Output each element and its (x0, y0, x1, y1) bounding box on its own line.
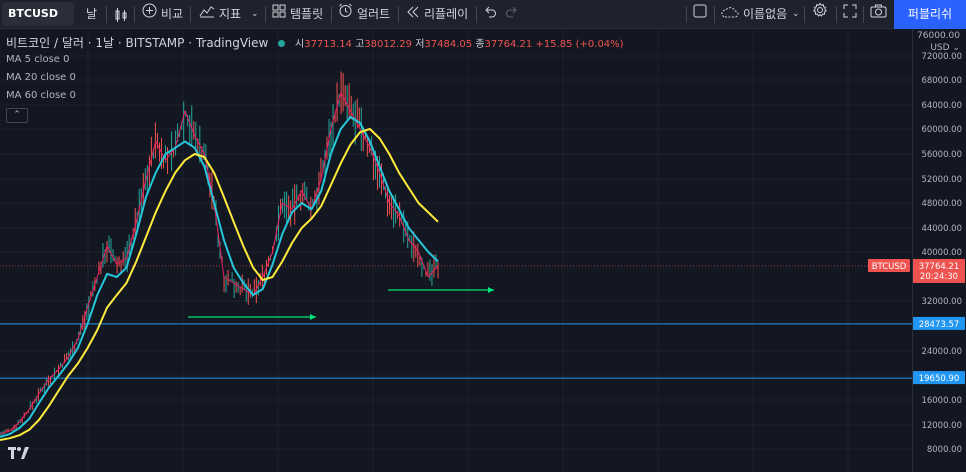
indicators-button[interactable]: 지표 (199, 0, 241, 29)
interval-label: 날 (86, 7, 98, 21)
close-value: 37764.21 (484, 39, 533, 50)
toolbar-divider (190, 6, 191, 23)
symbol-search-button[interactable]: BTCUSD (2, 2, 74, 26)
chevron-down-icon: ⌄ (952, 43, 960, 53)
toolbar-divider (836, 6, 837, 23)
chevron-down-icon: ⌄ (792, 9, 800, 19)
toolbar-divider (863, 6, 864, 23)
chevron-down-icon: ⌄ (251, 9, 259, 19)
settings-button[interactable] (812, 0, 828, 29)
compare-label: 비교 (161, 7, 184, 21)
interval-button[interactable]: 날 (86, 0, 97, 29)
fullscreen-button[interactable] (843, 0, 857, 29)
candle-series (0, 71, 439, 437)
close-label: 종 (475, 39, 485, 50)
redo-button[interactable] (505, 0, 519, 29)
axis-top: 76000.00 USD ⌄ (913, 31, 966, 53)
ma60-legend[interactable]: MA 60 close 0 (6, 90, 76, 101)
square-icon (693, 0, 707, 29)
low-value: 37484.05 (424, 39, 473, 50)
market-status-icon (278, 40, 286, 47)
undo-icon (483, 0, 497, 29)
toolbar-divider (398, 6, 399, 23)
price-chart[interactable] (0, 29, 966, 472)
gear-icon (812, 0, 828, 29)
toolbar-divider (686, 6, 687, 23)
ma5-legend[interactable]: MA 5 close 0 (6, 54, 70, 65)
open-value: 37713.14 (304, 39, 352, 50)
alerts-button[interactable]: 얼러트 (338, 0, 390, 29)
undo-button[interactable] (483, 0, 497, 29)
chevron-up-icon: ⌃ (13, 110, 21, 120)
candle-style-button[interactable] (114, 0, 128, 29)
currency-label: USD (930, 43, 950, 53)
tradingview-logo[interactable] (8, 446, 30, 464)
ma20-legend[interactable]: MA 20 close 0 (6, 72, 76, 83)
replay-label: 리플레이 (424, 7, 469, 21)
high-label: 고 (355, 39, 365, 50)
rewind-icon (406, 0, 420, 29)
toolbar-divider (476, 6, 477, 23)
toolbar-divider (714, 6, 715, 23)
save-layout-button[interactable]: 이름없음 (721, 0, 787, 29)
snapshot-button[interactable] (870, 0, 887, 29)
toolbar-divider (106, 6, 107, 23)
axis-top-label: 76000.00 (917, 31, 960, 41)
toolbar-divider (265, 6, 266, 23)
symbol-title[interactable]: 비트코인 / 달러 · 1날 · BITSTAMP · TradingView (6, 36, 268, 50)
indicators-dropdown[interactable]: ⌄ (251, 0, 259, 29)
alerts-label: 얼러트 (357, 7, 391, 21)
redo-icon (505, 0, 519, 29)
open-label: 시 (295, 39, 305, 50)
alarm-clock-icon (338, 0, 353, 29)
currency-selector[interactable]: USD ⌄ (913, 43, 966, 53)
chart-legend: 비트코인 / 달러 · 1날 · BITSTAMP · TradingView … (6, 34, 624, 51)
replay-button[interactable]: 리플레이 (406, 0, 468, 29)
templates-button[interactable]: 템플릿 (272, 0, 323, 29)
ma-line-0 (0, 92, 439, 435)
chart-grid (0, 29, 912, 472)
legend-collapse-button[interactable]: ⌃ (6, 108, 28, 123)
indicators-label: 지표 (219, 7, 242, 21)
price-axis[interactable] (912, 29, 966, 472)
layout-select-button[interactable] (693, 0, 707, 29)
toolbar-divider (331, 6, 332, 23)
top-toolbar: BTCUSD 날 비교 지표 ⌄ 템플릿 얼러트 리플레이 이름없음 ⌄ 퍼블리… (0, 0, 966, 29)
layout-dropdown[interactable]: ⌄ (792, 0, 800, 29)
layout-name: 이름없음 (743, 7, 788, 21)
camera-icon (870, 0, 887, 29)
indicators-icon (199, 0, 215, 29)
tv-logo-icon (8, 447, 29, 459)
toolbar-divider (134, 6, 135, 23)
templates-icon (272, 0, 286, 29)
toolbar-divider (804, 6, 805, 23)
candlestick-icon (114, 7, 128, 23)
ohlc-values: 시37713.14 고38012.29 저37484.05 종37764.21 … (295, 39, 624, 50)
fullscreen-icon (843, 0, 857, 29)
cloud-icon (721, 0, 739, 29)
ma-line-2 (0, 128, 439, 441)
trend-arrow-2-head (488, 287, 494, 293)
trend-arrow-1-head (310, 314, 316, 320)
compare-button[interactable]: 비교 (142, 0, 183, 29)
plus-circle-icon (142, 0, 157, 29)
change-value: +15.85 (+0.04%) (535, 39, 624, 50)
publish-button[interactable]: 퍼블리쉬 (894, 0, 966, 29)
templates-label: 템플릿 (290, 7, 324, 21)
ma-line-1 (0, 116, 439, 438)
high-value: 38012.29 (364, 39, 413, 50)
